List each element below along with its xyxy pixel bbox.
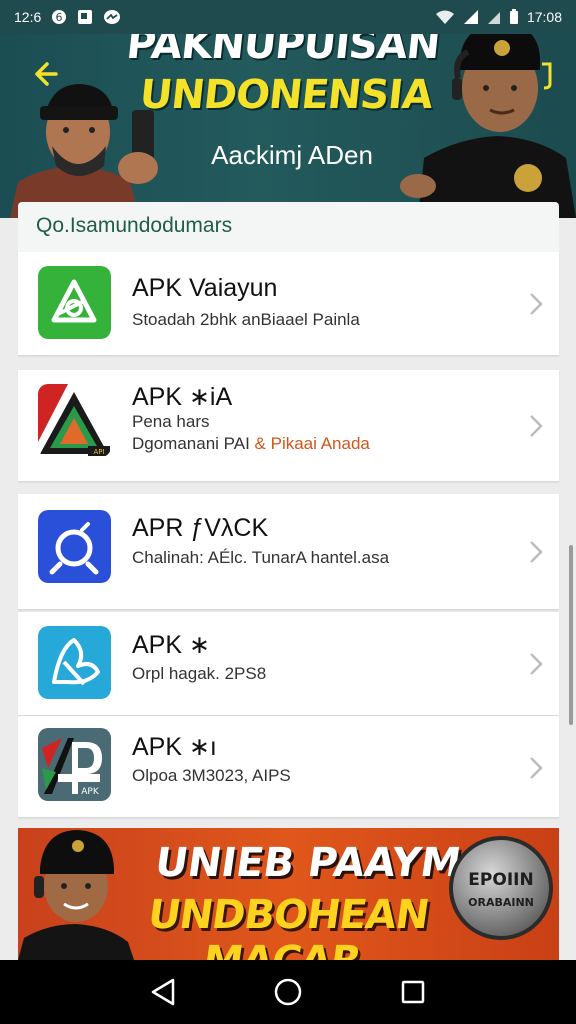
chevron-right-icon	[527, 290, 545, 318]
app-name: APR ƒVλCK	[132, 514, 269, 542]
promo-banner[interactable]: UNIEB PAAYM UNDBOHEAN MACAR EPOIIN ORABA…	[18, 828, 559, 960]
app-description-main: Dgomanani PAI	[132, 434, 250, 453]
forward-icon[interactable]	[534, 60, 558, 90]
svg-text:APK: APK	[81, 787, 100, 797]
wifi-icon	[435, 9, 455, 25]
app-name: APK ∗iA	[132, 383, 233, 411]
hero-title-line2: UNDONENSIA	[137, 72, 435, 118]
app-description: Stoadah 2bhk anBiaael Painla	[132, 310, 360, 329]
home-circle-icon[interactable]	[271, 975, 305, 1009]
promo-badge-line1: EPOIIN	[468, 870, 534, 890]
chevron-right-icon	[527, 754, 545, 782]
promo-title-line2: UNDBOHEAN MACAR	[145, 892, 432, 960]
signal-icon-2	[487, 9, 501, 25]
battery-icon	[509, 9, 519, 25]
app-description: Chalinah: AÉlc. TunarA hantel.asa	[132, 548, 390, 567]
app-description: Pena hars	[132, 412, 210, 431]
recents-square-icon[interactable]	[396, 975, 430, 1009]
app-description: Orpl hagak. 2PS8	[132, 664, 267, 683]
search-magnifier-icon	[38, 510, 111, 583]
status-time-right: 17:08	[526, 9, 562, 25]
back-arrow-icon[interactable]	[30, 56, 66, 92]
status-time-left: 12:6	[14, 9, 42, 25]
ap-logo-icon: APK	[38, 728, 111, 801]
tricolor-triangle-icon: API	[38, 384, 111, 457]
chevron-right-icon	[527, 538, 545, 566]
svg-text:6: 6	[56, 11, 63, 24]
signal-icon	[463, 9, 479, 25]
status-bar: 12:6 6 17:08	[0, 0, 576, 34]
promo-badge-icon: EPOIIN ORABAINN	[449, 836, 553, 940]
promo-title-line1: UNIEB PAAYM	[152, 840, 464, 886]
app-name: APK ∗	[132, 631, 210, 659]
triangle-loop-icon	[38, 266, 111, 339]
hero-subtitle: Aackimj ADen	[211, 140, 373, 170]
scrollbar[interactable]	[569, 545, 573, 725]
app-description-accent: & Pikaai Anada	[254, 434, 370, 453]
section-title: Qo.Isamundodumars	[36, 214, 233, 237]
promo-badge-line2: ORABAINN	[468, 896, 534, 909]
app-description-secondary: Dgomanani PAI & Pikaai Anada	[132, 434, 370, 454]
app-description: Olpoa 3M3023, AIPS	[132, 766, 291, 785]
navigation-bar	[0, 960, 576, 1024]
section-header: Qo.Isamundodumars	[18, 202, 559, 252]
messenger-icon	[103, 9, 121, 25]
list-item[interactable]: APR ƒVλCK Chalinah: AÉlc. TunarA hantel.…	[18, 494, 559, 610]
list-item[interactable]: API APK ∗iA Pena hars Dgomanani PAI & Pi…	[18, 370, 559, 482]
hand-stroke-icon	[38, 626, 111, 699]
app-name: APK Vaiayun	[132, 274, 278, 302]
app-name: APK ∗ı	[132, 733, 217, 761]
list-item[interactable]: APK Vaiayun Stoadah 2bhk anBiaael Painla	[18, 252, 559, 356]
gallery-icon	[77, 9, 93, 25]
circle-six-icon: 6	[51, 9, 67, 25]
chevron-right-icon	[527, 412, 545, 440]
svg-text:API: API	[93, 448, 104, 456]
chevron-right-icon	[527, 650, 545, 678]
list-item[interactable]: APK ∗ Orpl hagak. 2PS8	[18, 612, 559, 716]
back-triangle-icon[interactable]	[146, 975, 180, 1009]
list-item[interactable]: APK APK ∗ı Olpoa 3M3023, AIPS	[18, 716, 559, 818]
